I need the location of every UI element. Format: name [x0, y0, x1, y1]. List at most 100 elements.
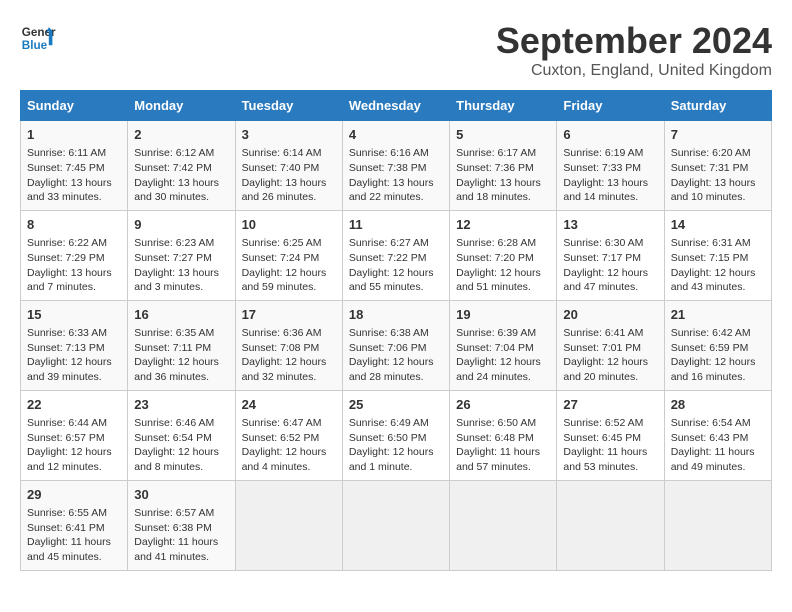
- day-info: Sunrise: 6:54 AM Sunset: 6:43 PM Dayligh…: [671, 416, 765, 475]
- day-number: 22: [27, 396, 121, 414]
- logo: General Blue: [20, 20, 56, 56]
- day-number: 11: [349, 216, 443, 234]
- day-info: Sunrise: 6:52 AM Sunset: 6:45 PM Dayligh…: [563, 416, 657, 475]
- day-number: 24: [242, 396, 336, 414]
- svg-text:Blue: Blue: [22, 39, 48, 52]
- day-number: 3: [242, 126, 336, 144]
- day-number: 5: [456, 126, 550, 144]
- day-cell: 25 Sunrise: 6:49 AM Sunset: 6:50 PM Dayli…: [342, 390, 449, 480]
- day-cell: 18 Sunrise: 6:38 AM Sunset: 7:06 PM Dayli…: [342, 300, 449, 390]
- day-cell: 20Sunrise: 6:41 AM Sunset: 7:01 PM Dayli…: [557, 300, 664, 390]
- day-info: Sunrise: 6:38 AM Sunset: 7:06 PM Dayligh…: [349, 326, 443, 385]
- day-info: Sunrise: 6:39 AM Sunset: 7:04 PM Dayligh…: [456, 326, 550, 385]
- day-info: Sunrise: 6:30 AM Sunset: 7:17 PM Dayligh…: [563, 236, 657, 295]
- week-row-5: 29 Sunrise: 6:55 AM Sunset: 6:41 PM Dayli…: [21, 480, 772, 570]
- day-info: Sunrise: 6:50 AM Sunset: 6:48 PM Dayligh…: [456, 416, 550, 475]
- day-info: Sunrise: 6:28 AM Sunset: 7:20 PM Dayligh…: [456, 236, 550, 295]
- calendar-table: SundayMondayTuesdayWednesdayThursdayFrid…: [20, 90, 772, 571]
- column-header-monday: Monday: [128, 91, 235, 121]
- day-cell: 17Sunrise: 6:36 AM Sunset: 7:08 PM Dayli…: [235, 300, 342, 390]
- day-info: Sunrise: 6:47 AM Sunset: 6:52 PM Dayligh…: [242, 416, 336, 475]
- day-cell: 13 Sunrise: 6:30 AM Sunset: 7:17 PM Dayli…: [557, 210, 664, 300]
- day-cell: 23 Sunrise: 6:46 AM Sunset: 6:54 PM Dayli…: [128, 390, 235, 480]
- day-info: Sunrise: 6:55 AM Sunset: 6:41 PM Dayligh…: [27, 506, 121, 565]
- day-number: 16: [134, 306, 228, 324]
- day-cell: 26 Sunrise: 6:50 AM Sunset: 6:48 PM Dayli…: [450, 390, 557, 480]
- day-info: Sunrise: 6:23 AM Sunset: 7:27 PM Dayligh…: [134, 236, 228, 295]
- day-info: Sunrise: 6:14 AM Sunset: 7:40 PM Dayligh…: [242, 146, 336, 205]
- day-cell: 8Sunrise: 6:22 AM Sunset: 7:29 PM Daylig…: [21, 210, 128, 300]
- day-cell: [664, 480, 771, 570]
- logo-icon: General Blue: [20, 20, 56, 56]
- day-info: Sunrise: 6:57 AM Sunset: 6:38 PM Dayligh…: [134, 506, 228, 565]
- day-number: 7: [671, 126, 765, 144]
- column-header-sunday: Sunday: [21, 91, 128, 121]
- day-number: 12: [456, 216, 550, 234]
- day-cell: 19 Sunrise: 6:39 AM Sunset: 7:04 PM Dayli…: [450, 300, 557, 390]
- column-header-friday: Friday: [557, 91, 664, 121]
- day-cell: 14 Sunrise: 6:31 AM Sunset: 7:15 PM Dayli…: [664, 210, 771, 300]
- day-cell: [557, 480, 664, 570]
- day-number: 29: [27, 486, 121, 504]
- day-cell: 3 Sunrise: 6:14 AM Sunset: 7:40 PM Daylig…: [235, 121, 342, 211]
- day-info: Sunrise: 6:46 AM Sunset: 6:54 PM Dayligh…: [134, 416, 228, 475]
- day-cell: 27 Sunrise: 6:52 AM Sunset: 6:45 PM Dayli…: [557, 390, 664, 480]
- day-info: Sunrise: 6:17 AM Sunset: 7:36 PM Dayligh…: [456, 146, 550, 205]
- day-number: 27: [563, 396, 657, 414]
- day-number: 14: [671, 216, 765, 234]
- day-number: 18: [349, 306, 443, 324]
- day-cell: [450, 480, 557, 570]
- calendar-body: 1Sunrise: 6:11 AM Sunset: 7:45 PM Daylig…: [21, 121, 772, 571]
- day-cell: 16Sunrise: 6:35 AM Sunset: 7:11 PM Dayli…: [128, 300, 235, 390]
- day-cell: 22Sunrise: 6:44 AM Sunset: 6:57 PM Dayli…: [21, 390, 128, 480]
- day-cell: 9 Sunrise: 6:23 AM Sunset: 7:27 PM Daylig…: [128, 210, 235, 300]
- day-number: 25: [349, 396, 443, 414]
- day-cell: 29 Sunrise: 6:55 AM Sunset: 6:41 PM Dayli…: [21, 480, 128, 570]
- day-info: Sunrise: 6:33 AM Sunset: 7:13 PM Dayligh…: [27, 326, 121, 385]
- column-header-wednesday: Wednesday: [342, 91, 449, 121]
- day-cell: 10 Sunrise: 6:25 AM Sunset: 7:24 PM Dayli…: [235, 210, 342, 300]
- day-number: 9: [134, 216, 228, 234]
- week-row-2: 8Sunrise: 6:22 AM Sunset: 7:29 PM Daylig…: [21, 210, 772, 300]
- day-number: 30: [134, 486, 228, 504]
- title-area: September 2024 Cuxton, England, United K…: [496, 20, 772, 80]
- day-info: Sunrise: 6:31 AM Sunset: 7:15 PM Dayligh…: [671, 236, 765, 295]
- day-number: 13: [563, 216, 657, 234]
- day-info: Sunrise: 6:20 AM Sunset: 7:31 PM Dayligh…: [671, 146, 765, 205]
- day-cell: [235, 480, 342, 570]
- week-row-1: 1Sunrise: 6:11 AM Sunset: 7:45 PM Daylig…: [21, 121, 772, 211]
- day-cell: 28 Sunrise: 6:54 AM Sunset: 6:43 PM Dayli…: [664, 390, 771, 480]
- day-info: Sunrise: 6:25 AM Sunset: 7:24 PM Dayligh…: [242, 236, 336, 295]
- month-title: September 2024: [496, 20, 772, 62]
- calendar-header-row: SundayMondayTuesdayWednesdayThursdayFrid…: [21, 91, 772, 121]
- day-cell: 30 Sunrise: 6:57 AM Sunset: 6:38 PM Dayli…: [128, 480, 235, 570]
- day-cell: 2Sunrise: 6:12 AM Sunset: 7:42 PM Daylig…: [128, 121, 235, 211]
- day-cell: 12 Sunrise: 6:28 AM Sunset: 7:20 PM Dayli…: [450, 210, 557, 300]
- week-row-4: 22Sunrise: 6:44 AM Sunset: 6:57 PM Dayli…: [21, 390, 772, 480]
- day-cell: 1Sunrise: 6:11 AM Sunset: 7:45 PM Daylig…: [21, 121, 128, 211]
- day-info: Sunrise: 6:12 AM Sunset: 7:42 PM Dayligh…: [134, 146, 228, 205]
- day-number: 21: [671, 306, 765, 324]
- day-cell: 21 Sunrise: 6:42 AM Sunset: 6:59 PM Dayli…: [664, 300, 771, 390]
- day-number: 23: [134, 396, 228, 414]
- header: General Blue September 2024 Cuxton, Engl…: [20, 20, 772, 80]
- day-number: 19: [456, 306, 550, 324]
- day-number: 28: [671, 396, 765, 414]
- day-cell: 5 Sunrise: 6:17 AM Sunset: 7:36 PM Daylig…: [450, 121, 557, 211]
- day-cell: 7 Sunrise: 6:20 AM Sunset: 7:31 PM Daylig…: [664, 121, 771, 211]
- day-number: 15: [27, 306, 121, 324]
- day-info: Sunrise: 6:49 AM Sunset: 6:50 PM Dayligh…: [349, 416, 443, 475]
- day-info: Sunrise: 6:22 AM Sunset: 7:29 PM Dayligh…: [27, 236, 121, 295]
- location: Cuxton, England, United Kingdom: [496, 62, 772, 80]
- day-cell: 6Sunrise: 6:19 AM Sunset: 7:33 PM Daylig…: [557, 121, 664, 211]
- day-info: Sunrise: 6:11 AM Sunset: 7:45 PM Dayligh…: [27, 146, 121, 205]
- day-number: 10: [242, 216, 336, 234]
- day-number: 4: [349, 126, 443, 144]
- day-info: Sunrise: 6:16 AM Sunset: 7:38 PM Dayligh…: [349, 146, 443, 205]
- day-info: Sunrise: 6:41 AM Sunset: 7:01 PM Dayligh…: [563, 326, 657, 385]
- column-header-thursday: Thursday: [450, 91, 557, 121]
- day-number: 26: [456, 396, 550, 414]
- column-header-tuesday: Tuesday: [235, 91, 342, 121]
- day-number: 17: [242, 306, 336, 324]
- day-info: Sunrise: 6:42 AM Sunset: 6:59 PM Dayligh…: [671, 326, 765, 385]
